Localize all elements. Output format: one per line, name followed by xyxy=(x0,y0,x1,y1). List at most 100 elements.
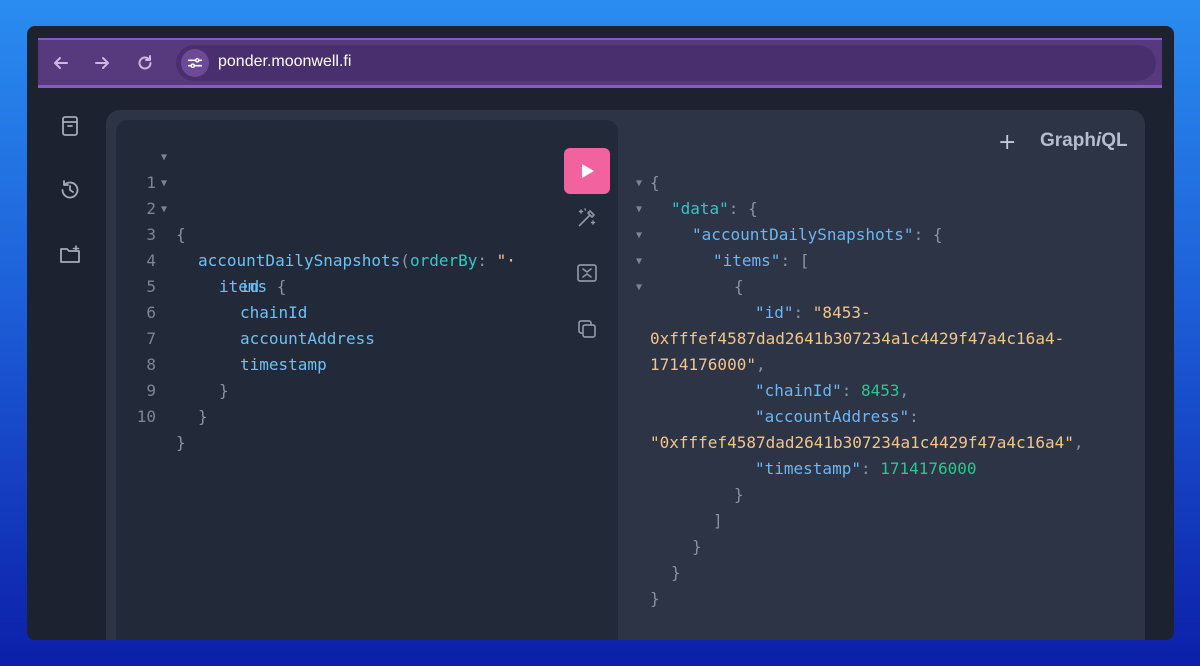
code-line: 1 ▼ { xyxy=(116,144,193,244)
code-line: 3 ▼ items { xyxy=(116,196,286,296)
brace: { xyxy=(267,277,287,296)
brace: } xyxy=(734,485,744,504)
fold-icon[interactable]: ▼ xyxy=(636,230,642,241)
argument-value: "· xyxy=(496,251,516,270)
brace: } xyxy=(198,407,208,426)
result-line: "accountAddress": xyxy=(755,404,928,430)
field-name: id xyxy=(240,277,260,296)
fold-icon[interactable]: ▼ xyxy=(636,178,642,189)
punctuation: , xyxy=(1073,433,1084,452)
code-line: 10 } xyxy=(116,378,193,452)
code-line: 9 } xyxy=(116,352,207,426)
brand-prefix: Graph xyxy=(1040,130,1096,151)
code-line: 7 timestamp xyxy=(116,300,326,374)
punctuation: : xyxy=(841,381,861,400)
copy-icon[interactable] xyxy=(575,317,599,341)
punctuation: : { xyxy=(913,225,943,244)
brand-suffix: QL xyxy=(1101,130,1128,151)
magic-wand-icon[interactable] xyxy=(575,206,599,230)
json-string: "8453- xyxy=(812,303,871,322)
arrow-right-icon[interactable] xyxy=(92,53,112,73)
result-line: ] xyxy=(713,508,723,534)
result-line: { xyxy=(734,274,744,300)
result-line: } xyxy=(734,482,744,508)
field-name: accountAddress xyxy=(240,329,375,348)
result-line: "data": { xyxy=(671,196,758,222)
bracket: ] xyxy=(713,511,723,530)
fold-icon[interactable]: ▼ xyxy=(161,171,167,197)
fold-icon[interactable]: ▼ xyxy=(636,282,642,293)
punctuation: : xyxy=(909,407,929,426)
result-line: 0xfffef4587dad2641b307234a1c4429f47a4c16… xyxy=(650,326,1064,352)
result-line: "items": [ xyxy=(713,248,809,274)
result-line: "timestamp": 1714176000 xyxy=(755,456,977,482)
graphiql-logo: GraphiQL xyxy=(1040,130,1128,152)
brace: { xyxy=(650,173,660,192)
code-line: 5 chainId xyxy=(116,248,307,322)
brace: } xyxy=(219,381,229,400)
merge-fragments-icon[interactable] xyxy=(575,261,599,285)
query-editor[interactable]: 1 ▼ { 2 ▼ accountDailySnapshots(orderBy:… xyxy=(116,120,618,640)
fold-icon[interactable]: ▼ xyxy=(161,145,167,171)
punctuation: , xyxy=(899,381,910,400)
brace: { xyxy=(734,277,744,296)
json-string: 0xfffef4587dad2641b307234a1c4429f47a4c16… xyxy=(650,329,1065,348)
browser-window: ponder.moonwell.fi 1 ▼ { 2 ▼ accountDail… xyxy=(27,26,1174,640)
brace: } xyxy=(176,433,186,452)
json-key: "timestamp" xyxy=(755,459,861,478)
add-tab-button[interactable]: + xyxy=(998,130,1016,155)
result-line: } xyxy=(692,534,702,560)
punctuation: , xyxy=(755,355,766,374)
result-line: } xyxy=(650,586,660,612)
tune-icon[interactable] xyxy=(181,49,209,77)
fold-icon[interactable]: ▼ xyxy=(161,197,167,223)
json-key: "accountAddress" xyxy=(755,407,910,426)
code-line: 8 } xyxy=(116,326,228,400)
history-icon[interactable] xyxy=(58,178,82,202)
json-key: "chainId" xyxy=(755,381,842,400)
json-string: 1714176000" xyxy=(650,355,756,374)
punctuation: : xyxy=(793,303,813,322)
result-line: 1714176000", xyxy=(650,352,766,378)
reload-icon[interactable] xyxy=(135,53,155,73)
punctuation: : xyxy=(860,459,881,478)
url-text: ponder.moonwell.fi xyxy=(218,53,352,70)
brace: } xyxy=(671,563,681,582)
fold-icon[interactable]: ▼ xyxy=(636,204,642,215)
json-key: "accountDailySnapshots" xyxy=(692,225,914,244)
run-query-button[interactable] xyxy=(564,148,610,194)
argument-name: orderBy xyxy=(409,251,478,270)
graphiql-main: 1 ▼ { 2 ▼ accountDailySnapshots(orderBy:… xyxy=(106,110,1145,640)
json-string: "0xfffef4587dad2641b307234a1c4429f47a4c1… xyxy=(650,433,1074,452)
code-line: 2 ▼ accountDailySnapshots(orderBy: "· xyxy=(116,170,516,270)
json-number: 1714176000 xyxy=(880,459,977,478)
result-line: "accountDailySnapshots": { xyxy=(692,222,942,248)
punctuation: : [ xyxy=(780,251,810,270)
colon: : xyxy=(477,251,497,270)
brace: } xyxy=(650,589,660,608)
field-name: timestamp xyxy=(240,355,327,374)
json-key: "items" xyxy=(713,251,781,270)
result-line: "0xfffef4587dad2641b307234a1c4429f47a4c1… xyxy=(650,430,1083,456)
result-line: { xyxy=(650,170,660,196)
field-name: accountDailySnapshots xyxy=(198,251,401,270)
fold-icon[interactable]: ▼ xyxy=(636,256,642,267)
line-number: 10 xyxy=(136,407,156,426)
result-viewer: ▼ ▼ ▼ ▼ ▼ { "data": { "accountDailySnaps… xyxy=(626,170,1145,640)
result-line: "chainId": 8453, xyxy=(755,378,909,404)
url-field[interactable]: ponder.moonwell.fi xyxy=(176,45,1156,81)
query-field-line: accountDailySnapshots(orderBy: "· xyxy=(198,248,516,274)
json-number: 8453 xyxy=(860,381,900,400)
brace: } xyxy=(692,537,702,556)
code-line: 4 id xyxy=(116,222,259,296)
json-key: "id" xyxy=(755,303,794,322)
folder-plus-icon[interactable] xyxy=(58,243,82,267)
arrow-left-icon[interactable] xyxy=(51,53,71,73)
book-icon[interactable] xyxy=(58,114,82,138)
result-line: } xyxy=(671,560,681,586)
play-icon xyxy=(582,164,594,178)
address-bar: ponder.moonwell.fi xyxy=(38,38,1162,88)
code-line: 6 accountAddress xyxy=(116,274,375,348)
punctuation: : { xyxy=(728,199,758,218)
result-line: "id": "8453- xyxy=(755,300,871,326)
